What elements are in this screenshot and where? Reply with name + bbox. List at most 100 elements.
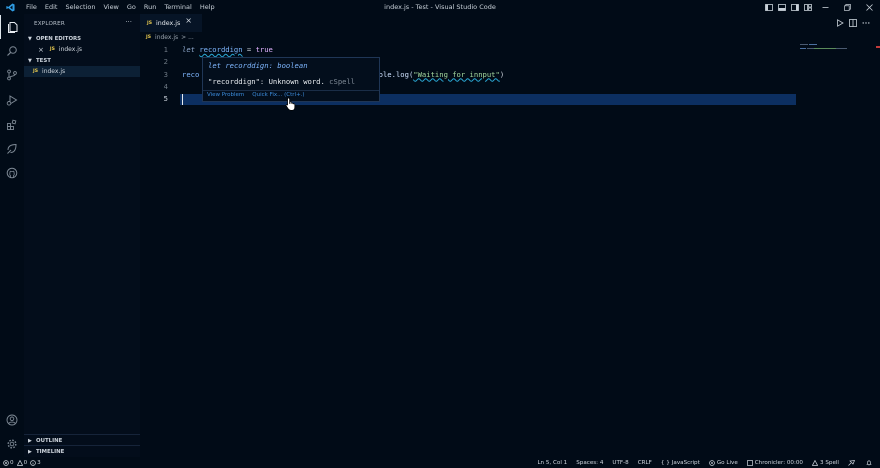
- explorer-icon[interactable]: [0, 15, 24, 39]
- feedback-icon[interactable]: [848, 459, 857, 466]
- menu-file[interactable]: File: [22, 0, 41, 14]
- breadcrumb-rest[interactable]: > ...: [181, 34, 194, 41]
- javascript-file-icon: JS: [49, 47, 55, 52]
- code-editor[interactable]: 1 let recorddign = true 2 3 reco nsole.l…: [140, 43, 880, 457]
- toggle-primary-sidebar-icon[interactable]: [762, 0, 775, 14]
- line-number: 4: [163, 81, 168, 91]
- toggle-secondary-sidebar-icon[interactable]: [788, 0, 801, 14]
- chronicler-label: Chronicler: 00:00: [754, 459, 803, 466]
- split-editor-icon[interactable]: [846, 17, 859, 29]
- title-controls: [762, 0, 880, 14]
- menu-bar: File Edit Selection View Go Run Terminal…: [22, 0, 219, 14]
- encoding[interactable]: UTF-8: [612, 460, 628, 466]
- close-editor-icon[interactable]: ×: [38, 46, 44, 54]
- chronicler-button[interactable]: Chronicler: 00:00: [746, 459, 803, 466]
- menu-help[interactable]: Help: [196, 0, 219, 14]
- hover-popup: let recorddign: boolean "recorddign": Un…: [202, 57, 380, 102]
- menu-edit[interactable]: Edit: [41, 0, 62, 14]
- hover-signature-name: recorddign: [225, 61, 269, 70]
- explorer-header: EXPLORER: [34, 20, 65, 27]
- tab-index-js[interactable]: JS index.js ×: [140, 14, 202, 32]
- open-editor-item[interactable]: × JS index.js: [24, 44, 140, 55]
- javascript-file-icon: JS: [147, 20, 153, 26]
- github-icon[interactable]: [0, 161, 24, 185]
- keyword-let: let: [182, 45, 195, 54]
- close-tab-icon[interactable]: ×: [185, 16, 192, 25]
- language-mode[interactable]: { } JavaScript: [661, 460, 700, 466]
- run-debug-icon[interactable]: [0, 88, 24, 112]
- warning-count: 0: [23, 459, 28, 466]
- text-cursor: [182, 94, 183, 105]
- vscode-logo-icon: [3, 0, 17, 14]
- hover-signature: let recorddign: boolean: [208, 61, 308, 70]
- info-count: 3: [37, 459, 41, 466]
- accounts-icon[interactable]: [0, 408, 24, 432]
- line-number: 1: [163, 45, 168, 54]
- hand-pointer-icon: [285, 97, 297, 111]
- remote-explorer-icon[interactable]: [0, 137, 24, 161]
- view-problem-link[interactable]: View Problem: [207, 92, 244, 98]
- hover-message-source: cSpell: [329, 77, 356, 86]
- manage-gear-icon[interactable]: [0, 432, 24, 456]
- file-tree-item[interactable]: JS index.js: [24, 66, 140, 77]
- editor-tab-bar: JS index.js ×: [140, 14, 880, 32]
- code-line: 1 let recorddign = true: [140, 44, 880, 56]
- folder-section[interactable]: ▼ TEST: [24, 55, 140, 66]
- breadcrumb-file[interactable]: index.js: [155, 34, 178, 41]
- hover-signature-type: : boolean: [268, 61, 308, 70]
- error-count: 0: [10, 459, 14, 466]
- line-number: 2: [163, 57, 168, 67]
- menu-terminal[interactable]: Terminal: [160, 0, 195, 14]
- minimize-button[interactable]: [814, 0, 836, 14]
- chevron-right-icon: ▶: [28, 437, 32, 444]
- boolean-value: true: [255, 45, 273, 54]
- menu-view[interactable]: View: [99, 0, 122, 14]
- spell-checker-status[interactable]: 3 Spell: [812, 459, 839, 466]
- menu-run[interactable]: Run: [140, 0, 160, 14]
- error-scroll-marker: [876, 46, 880, 48]
- end-of-line[interactable]: CRLF: [638, 460, 652, 466]
- close-paren: ): [499, 69, 505, 79]
- code-text: let recorddign = true: [182, 44, 273, 56]
- indentation[interactable]: Spaces: 4: [576, 460, 603, 466]
- chevron-down-icon: ▼: [28, 35, 32, 42]
- open-editors-section[interactable]: ▼ OPEN EDITORS: [24, 33, 140, 44]
- explorer-sidebar: EXPLORER ··· ▼ OPEN EDITORS × JS index.j…: [24, 14, 140, 457]
- go-live-label: Go Live: [716, 459, 738, 466]
- title-bar: File Edit Selection View Go Run Terminal…: [0, 0, 880, 14]
- cursor-position[interactable]: Ln 5, Col 1: [537, 460, 567, 466]
- run-code-icon[interactable]: [833, 17, 846, 29]
- braces-icon: { }: [660, 459, 670, 466]
- timeline-section[interactable]: ▶ TIMELINE: [24, 445, 140, 457]
- folder-label: TEST: [36, 57, 51, 64]
- spell-warning-icon: [812, 459, 818, 466]
- problems-status[interactable]: 0 0 3: [0, 459, 41, 466]
- language-label: JavaScript: [671, 459, 700, 466]
- menu-go[interactable]: Go: [123, 0, 140, 14]
- customize-layout-icon[interactable]: [801, 0, 814, 14]
- restore-button[interactable]: [836, 0, 858, 14]
- chevron-down-icon: ▼: [28, 57, 32, 64]
- string-literal: "Waiting for innput": [413, 69, 500, 79]
- editor-actions: [833, 17, 872, 29]
- status-bar-right: Ln 5, Col 1 Spaces: 4 UTF-8 CRLF { } Jav…: [528, 457, 874, 468]
- code-text: reco: [182, 69, 199, 81]
- close-window-button[interactable]: [858, 0, 880, 14]
- extensions-icon[interactable]: [0, 113, 24, 137]
- toggle-panel-icon[interactable]: [775, 0, 788, 14]
- hover-message: "recorddign": Unknown word. cSpell: [208, 77, 355, 86]
- minimap[interactable]: [800, 43, 878, 457]
- notifications-bell-icon[interactable]: [866, 459, 874, 466]
- open-editor-filename: index.js: [58, 46, 83, 53]
- more-actions-icon[interactable]: [859, 17, 872, 29]
- more-actions-icon[interactable]: ···: [125, 18, 132, 26]
- line-number: 3: [163, 69, 168, 79]
- menu-selection[interactable]: Selection: [61, 0, 99, 14]
- file-tree-filename: index.js: [42, 68, 66, 75]
- go-live-button[interactable]: Go Live: [709, 460, 738, 466]
- open-editors-label: OPEN EDITORS: [36, 35, 82, 42]
- broadcast-icon: [709, 459, 715, 466]
- warning-icon: [16, 459, 23, 466]
- search-icon[interactable]: [0, 39, 24, 63]
- source-control-icon[interactable]: [0, 63, 24, 87]
